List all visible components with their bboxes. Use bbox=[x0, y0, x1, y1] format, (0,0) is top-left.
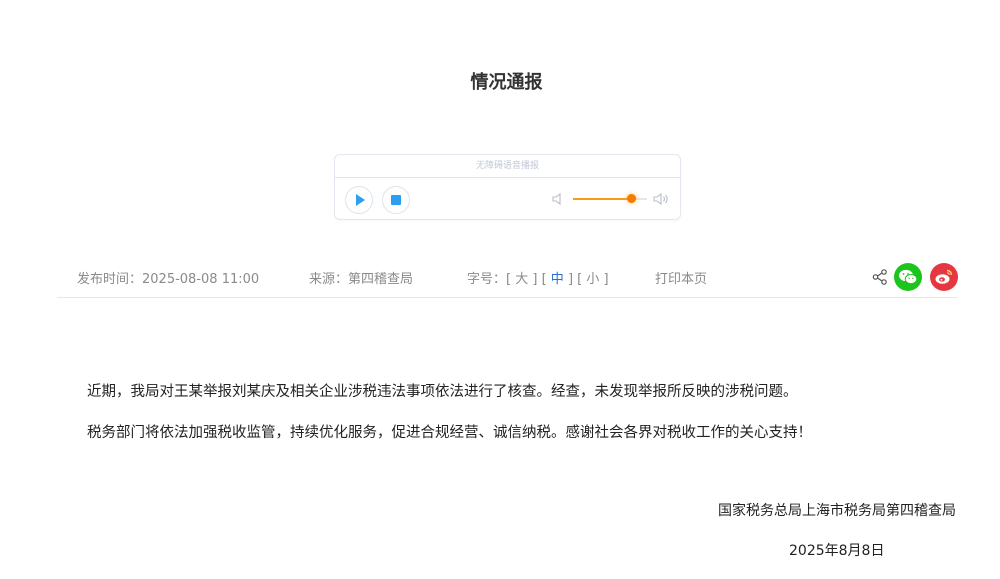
publish-time: 发布时间：2025-08-08 11:00 bbox=[77, 268, 259, 287]
wechat-share-button[interactable] bbox=[894, 263, 922, 291]
share-icon[interactable] bbox=[871, 268, 889, 286]
weibo-icon bbox=[935, 269, 953, 284]
volume-slider-knob[interactable] bbox=[626, 194, 636, 203]
font-size-large[interactable]: 大 bbox=[515, 272, 528, 287]
volume-slider[interactable] bbox=[573, 194, 647, 203]
weibo-share-button[interactable] bbox=[930, 263, 958, 291]
wechat-icon bbox=[899, 269, 918, 285]
publish-time-label: 发布时间： bbox=[77, 272, 143, 287]
article-paragraph-2: 税务部门将依法加强税收监管，持续优化服务，促进合规经营、诚信纳税。感谢社会各界对… bbox=[87, 425, 812, 441]
print-link[interactable]: 打印本页 bbox=[655, 268, 707, 287]
source: 来源：第四稽查局 bbox=[309, 272, 414, 287]
volume-high-icon[interactable] bbox=[653, 191, 669, 207]
font-size-small[interactable]: 小 bbox=[586, 272, 599, 287]
meta-divider bbox=[57, 297, 958, 298]
audio-player: 无障碍语音播报 bbox=[334, 154, 681, 220]
article-paragraph-1: 近期，我局对王某举报刘某庆及相关企业涉税违法事项依法进行了核查。经查，未发现举报… bbox=[87, 384, 798, 400]
play-button[interactable] bbox=[345, 186, 373, 214]
page-title: 情况通报 bbox=[470, 72, 543, 93]
stop-button[interactable] bbox=[382, 186, 410, 214]
font-size-selector: 字号：[ 大 ] [ 中 ] [ 小 ] bbox=[467, 272, 609, 287]
font-size-label: 字号： bbox=[467, 272, 507, 287]
font-size-medium[interactable]: 中 bbox=[551, 272, 564, 287]
publish-time-value: 2025-08-08 11:00 bbox=[142, 272, 260, 287]
volume-slider-fill bbox=[573, 198, 631, 200]
signature-org: 国家税务总局上海市税务局第四稽查局 bbox=[718, 503, 956, 519]
audio-player-label: 无障碍语音播报 bbox=[335, 155, 680, 178]
volume-low-icon[interactable] bbox=[551, 191, 567, 207]
signature-date: 2025年8月8日 bbox=[789, 543, 885, 559]
